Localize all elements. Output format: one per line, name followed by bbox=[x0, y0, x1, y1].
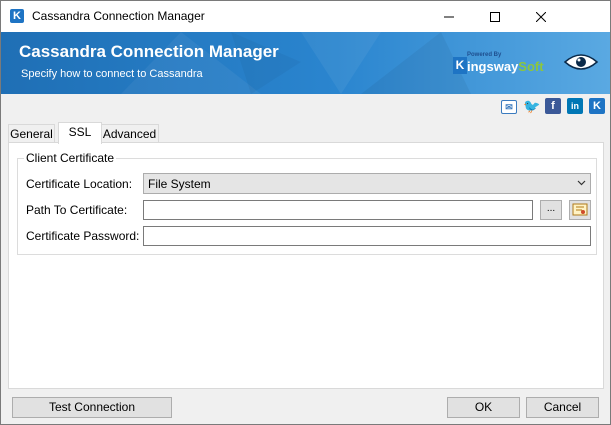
certificate-location-value: File System bbox=[148, 177, 211, 191]
title-bar[interactable]: K Cassandra Connection Manager bbox=[1, 1, 610, 32]
path-to-certificate-label: Path To Certificate: bbox=[26, 203, 128, 217]
cancel-button[interactable]: Cancel bbox=[526, 397, 599, 418]
twitter-icon[interactable]: 🐦 bbox=[523, 98, 540, 114]
ok-button[interactable]: OK bbox=[447, 397, 520, 418]
social-links: ✉ 🐦 f in K bbox=[501, 98, 605, 114]
view-certificate-button[interactable] bbox=[569, 200, 591, 220]
brand-name-part2: Soft bbox=[518, 59, 544, 74]
maximize-button[interactable] bbox=[472, 1, 518, 32]
window-title: Cassandra Connection Manager bbox=[32, 9, 205, 23]
brand-name: ingswaySoft bbox=[467, 59, 544, 74]
close-button[interactable] bbox=[518, 1, 564, 32]
tab-ssl[interactable]: SSL bbox=[58, 122, 102, 144]
kingswaysoft-icon[interactable]: K bbox=[589, 98, 605, 114]
certificate-icon bbox=[572, 203, 588, 216]
maximize-icon bbox=[490, 11, 500, 22]
test-connection-button[interactable]: Test Connection bbox=[12, 397, 172, 418]
browse-button[interactable]: ... bbox=[540, 200, 562, 220]
certificate-location-label: Certificate Location: bbox=[26, 177, 133, 191]
banner-title: Cassandra Connection Manager bbox=[19, 42, 279, 61]
certificate-location-select[interactable]: File System bbox=[143, 173, 591, 194]
linkedin-icon[interactable]: in bbox=[567, 98, 583, 114]
client-certificate-group: Client Certificate Certificate Location:… bbox=[17, 151, 597, 255]
ssl-tab-panel: Client Certificate Certificate Location:… bbox=[8, 142, 604, 389]
brand-k-icon: K bbox=[453, 57, 467, 74]
header-banner: Cassandra Connection Manager Specify how… bbox=[1, 32, 610, 94]
brand-name-part1: ingsway bbox=[467, 59, 519, 74]
group-title: Client Certificate bbox=[24, 151, 117, 165]
connection-manager-window: K Cassandra Connection Manager Cassandra… bbox=[0, 0, 611, 425]
certificate-password-input[interactable] bbox=[143, 226, 591, 246]
brand-powered: Powered By bbox=[467, 52, 502, 58]
chevron-down-icon bbox=[577, 180, 586, 186]
minimize-icon bbox=[444, 16, 454, 17]
banner-subtitle: Specify how to connect to Cassandra bbox=[21, 68, 203, 80]
path-to-certificate-input[interactable] bbox=[143, 200, 533, 220]
email-icon[interactable]: ✉ bbox=[501, 100, 517, 114]
app-icon: K bbox=[10, 9, 24, 23]
tab-general[interactable]: General bbox=[8, 124, 55, 143]
minimize-button[interactable] bbox=[426, 1, 472, 32]
close-icon bbox=[536, 11, 546, 22]
cassandra-eye-icon bbox=[563, 54, 599, 70]
certificate-password-label: Certificate Password: bbox=[26, 229, 140, 243]
facebook-icon[interactable]: f bbox=[545, 98, 561, 114]
kingswaysoft-logo: Powered By K ingswaySoft bbox=[453, 52, 544, 76]
tab-advanced[interactable]: Advanced bbox=[100, 124, 159, 143]
